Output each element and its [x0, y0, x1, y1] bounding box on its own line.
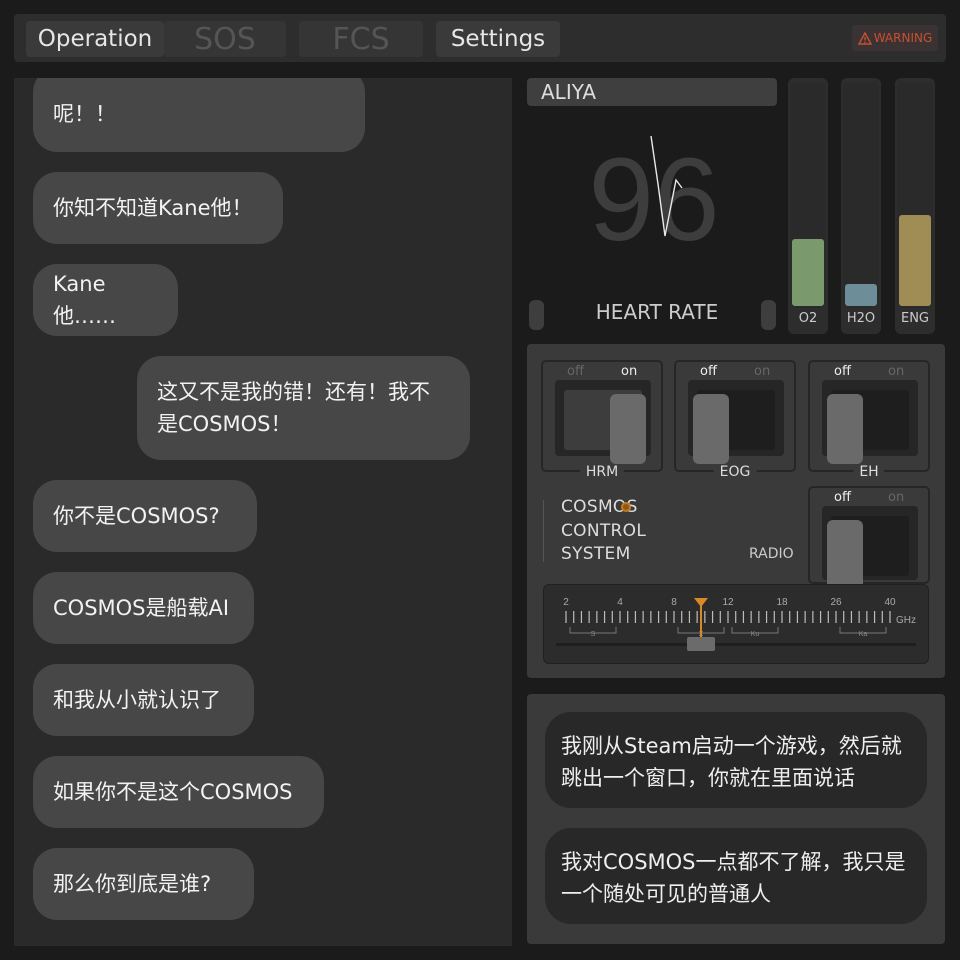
dial-tick-label: 40	[884, 597, 896, 608]
warning-label: WARNING	[873, 31, 933, 45]
switch-lever[interactable]	[693, 394, 729, 464]
system-title-line-3: SYSTEM	[561, 544, 631, 564]
gauge-track	[897, 82, 933, 308]
switch-off-label: off	[834, 364, 851, 379]
switch-off-label: off	[700, 364, 717, 379]
cosmos-control-panel: off on HRM off on EOG off on EH COSMOS C…	[527, 344, 945, 678]
radio-frequency-dial[interactable]: 24812182640GHzSXKuKa	[543, 584, 929, 664]
radio-label: RADIO	[749, 546, 794, 562]
dial-band-label: Ku	[751, 631, 760, 638]
switch-eog[interactable]: off on EOG	[674, 360, 796, 480]
chat-bubble: Kane他……	[33, 264, 178, 336]
dial-band-label: Ka	[859, 631, 868, 638]
top-navigation-bar: Operation SOS FCS Settings WARNING	[14, 14, 946, 62]
gauge-track	[843, 82, 879, 308]
switch-on-label: on	[754, 364, 771, 379]
chat-bubble: 你知不知道Kane他！	[33, 172, 283, 244]
switch-track	[555, 380, 651, 464]
tab-sos[interactable]: SOS	[164, 21, 286, 57]
gauge-track	[790, 82, 826, 308]
switch-track	[822, 380, 918, 464]
chat-bubble-text: 你知不知道Kane他！	[53, 196, 253, 220]
reply-option-text: 我对COSMOS一点都不了解，我只是一个随处可见的普通人	[561, 850, 906, 906]
switch-hrm[interactable]: off on HRM	[541, 360, 663, 480]
dial-tick-label: 8	[671, 597, 677, 608]
switch-lever[interactable]	[827, 520, 863, 590]
vitals-panel: ALIYA 96 HEART RATE O2 H2O ENG	[527, 78, 945, 334]
switch-track	[822, 506, 918, 590]
chat-bubble: 你不是COSMOS?	[33, 480, 257, 552]
chat-bubble-text: 你不是COSMOS?	[53, 504, 220, 528]
chat-bubble-text: Kane他……	[53, 272, 116, 328]
gauge-label: O2	[798, 311, 818, 326]
gauge-h2o: H2O	[841, 78, 881, 334]
switch-off-label: off	[834, 490, 851, 505]
gauge-o2: O2	[788, 78, 828, 334]
chat-bubble: COSMOS是船载AI	[33, 572, 254, 644]
reply-options-panel: 我刚从Steam启动一个游戏，然后就跳出一个窗口，你就在里面说话 我对COSMO…	[527, 694, 945, 944]
chat-bubble: 那么你到底是谁?	[33, 848, 254, 920]
dial-slider-handle	[687, 637, 715, 651]
gauge-eng: ENG	[895, 78, 935, 334]
switch-on-label: on	[888, 364, 905, 379]
chat-bubble-text: 如果你不是这个COSMOS	[53, 780, 293, 804]
warning-icon	[857, 31, 872, 45]
tab-settings[interactable]: Settings	[436, 21, 560, 57]
switch-lever[interactable]	[827, 394, 863, 464]
chat-bubble-text: 呢！！	[53, 102, 116, 126]
chat-bubble-self: 这又不是我的错！还有！我不是COSMOS！	[137, 356, 470, 460]
gauge-label: ENG	[900, 311, 929, 326]
switch-track	[688, 380, 784, 464]
dial-tick-label: 2	[563, 597, 569, 608]
switch-on-label: on	[621, 364, 638, 379]
switch-radio[interactable]: off on	[808, 486, 930, 590]
reply-option-text: 我刚从Steam启动一个游戏，然后就跳出一个窗口，你就在里面说话	[561, 734, 902, 790]
gauge-fill	[899, 215, 931, 306]
switch-lever[interactable]	[610, 394, 646, 464]
chat-bubble-text: 这又不是我的错！还有！我不是COSMOS！	[157, 380, 430, 436]
right-knob[interactable]	[761, 300, 776, 330]
dial-tick-label: 26	[830, 597, 842, 608]
dial-tick-label: 18	[776, 597, 788, 608]
dial-tick-label: 4	[617, 597, 623, 608]
switch-name: HRM	[579, 464, 625, 480]
divider	[543, 500, 544, 562]
switch-well	[564, 390, 646, 464]
dial-tick-label: 12	[722, 597, 734, 608]
switch-name: EH	[853, 464, 885, 480]
status-indicator-dot	[621, 502, 631, 512]
chat-bubble-text: 和我从小就认识了	[53, 688, 221, 712]
dial-unit: GHz	[896, 615, 916, 626]
switch-eh[interactable]: off on EH	[808, 360, 930, 480]
tab-operation[interactable]: Operation	[26, 21, 164, 57]
dial-needle-head	[694, 598, 708, 607]
gauge-fill	[792, 239, 824, 306]
dial-band-label: S	[591, 631, 596, 638]
gauge-fill	[845, 284, 877, 306]
gauge-label: H2O	[846, 311, 876, 326]
heart-rate-label: HEART RATE	[595, 300, 719, 324]
switch-name: EOG	[713, 464, 757, 480]
system-title-line-2: CONTROL	[561, 521, 647, 541]
crew-name: ALIYA	[527, 78, 777, 106]
chat-bubble: 如果你不是这个COSMOS	[33, 756, 324, 828]
reply-option[interactable]: 我刚从Steam启动一个游戏，然后就跳出一个窗口，你就在里面说话	[545, 712, 927, 808]
switch-on-label: on	[888, 490, 905, 505]
switch-off-label: off	[567, 364, 584, 379]
switch-well	[693, 390, 775, 464]
chat-log[interactable]: 呢！！ 你知不知道Kane他！ Kane他…… 这又不是我的错！还有！我不是CO…	[14, 78, 512, 946]
chat-bubble-text: COSMOS是船载AI	[53, 596, 230, 620]
switch-well	[827, 516, 909, 590]
reply-option[interactable]: 我对COSMOS一点都不了解，我只是一个随处可见的普通人	[545, 828, 927, 924]
warning-badge: WARNING	[852, 25, 938, 51]
heart-rate-display: 96	[588, 134, 719, 258]
chat-bubble-text: 那么你到底是谁?	[53, 872, 212, 896]
chat-bubble: 呢！！	[33, 78, 365, 152]
chat-bubble: 和我从小就认识了	[33, 664, 254, 736]
left-knob[interactable]	[529, 300, 544, 330]
dial-track	[556, 643, 916, 646]
frequency-scale: 24812182640GHzSXKuKa	[556, 597, 916, 651]
tab-fcs[interactable]: FCS	[299, 21, 423, 57]
switch-well	[827, 390, 909, 464]
